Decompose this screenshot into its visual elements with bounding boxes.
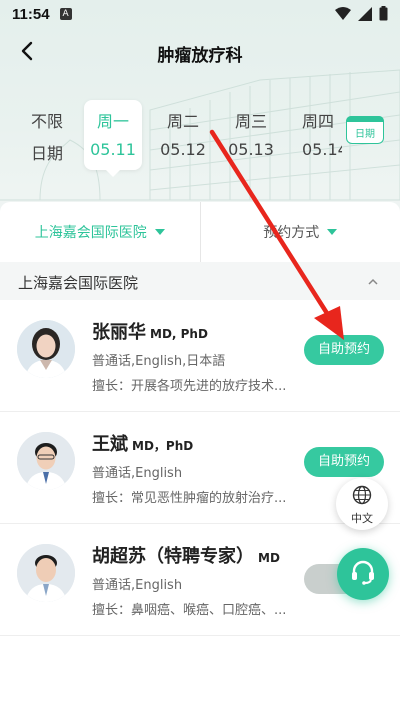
hospital-section-header: 上海嘉会国际医院: [0, 262, 400, 300]
calendar-label: 日期: [355, 129, 375, 140]
doctor-languages: 普通话,English,日本語: [92, 354, 226, 369]
signal-icon: [358, 6, 372, 25]
date-day-label: 周二: [166, 112, 199, 131]
hospital-filter-label: 上海嘉会国际医院: [34, 225, 147, 241]
section-title: 上海嘉会国际医院: [18, 274, 139, 292]
date-day-label: 周三: [234, 112, 267, 131]
status-time: 11:54: [12, 5, 50, 23]
status-bar: 11:54 A: [0, 0, 400, 28]
doctor-degree: MD, PhD: [150, 327, 208, 341]
doctor-degree: MD: [258, 551, 280, 565]
date-value-label: 05.12: [160, 140, 206, 159]
doctor-specialty: 擅长：鼻咽癌、喉癌、口腔癌、...: [92, 603, 287, 618]
doctor-name: 胡超苏（特聘专家）: [92, 546, 254, 567]
battery-icon: [379, 6, 388, 25]
self-booking-button[interactable]: 自助预约: [304, 447, 384, 477]
method-filter-label: 预约方式: [263, 225, 320, 241]
language-switch-button[interactable]: 中文: [336, 478, 388, 530]
date-thu[interactable]: 周四 05.14: [292, 100, 342, 170]
doctor-name-line: 胡超苏（特聘专家） MD: [92, 542, 280, 568]
avatar: [17, 320, 75, 378]
headset-icon: [349, 558, 377, 590]
date-day-label: 不限: [30, 112, 63, 131]
doctor-name-line: 张丽华 MD, PhD: [92, 318, 208, 344]
doctor-languages: 普通话,English: [92, 466, 183, 481]
nav-bar: 肿瘤放疗科: [0, 30, 400, 74]
filter-bar: 上海嘉会国际医院 预约方式: [0, 202, 400, 262]
doctor-name-line: 王斌 MD，PhD: [92, 430, 193, 456]
doctor-card[interactable]: 张丽华 MD, PhD 普通话,English,日本語 擅长：开展各项先进的放疗技…: [0, 300, 400, 412]
doctor-name: 张丽华: [92, 322, 146, 343]
date-mon[interactable]: 周一 05.11: [84, 100, 142, 177]
method-filter[interactable]: 预约方式: [201, 202, 400, 262]
date-value-label: 05.13: [228, 140, 274, 159]
date-any[interactable]: 不限 日期: [18, 100, 76, 170]
doctor-languages: 普通话,English: [92, 578, 183, 593]
doctor-specialty: 擅长：开展各项先进的放疗技术...: [92, 379, 287, 394]
avatar: [17, 432, 75, 490]
language-label: 中文: [351, 512, 373, 525]
date-day-label: 周四: [302, 112, 335, 131]
date-selector: 不限 日期 周一 05.11 周二 05.12 周三 05.13 周四 05.1…: [0, 100, 400, 180]
chevron-up-icon[interactable]: [366, 274, 380, 288]
date-value-label: 05.14: [302, 140, 342, 159]
date-wed[interactable]: 周三 05.13: [222, 100, 280, 170]
page-title: 肿瘤放疗科: [157, 46, 243, 66]
globe-icon: [336, 485, 388, 509]
calendar-button[interactable]: 日期: [346, 116, 384, 144]
notification-icon: A: [59, 8, 72, 20]
date-value-label: 05.11: [90, 140, 136, 159]
hospital-filter[interactable]: 上海嘉会国际医院: [0, 202, 201, 262]
doctor-name: 王斌: [92, 434, 128, 455]
doctor-degree: MD，PhD: [132, 439, 194, 453]
wifi-icon: [335, 6, 351, 25]
dropdown-caret-icon: [154, 229, 165, 235]
avatar: [17, 544, 75, 602]
dropdown-caret-icon: [327, 229, 338, 235]
date-tue[interactable]: 周二 05.12: [154, 100, 212, 170]
date-value-label: 日期: [30, 144, 63, 163]
customer-service-button[interactable]: [337, 548, 389, 600]
doctor-specialty: 擅长：常见恶性肿瘤的放射治疗...: [92, 491, 287, 506]
date-day-label: 周一: [96, 112, 129, 131]
self-booking-button[interactable]: 自助预约: [304, 335, 384, 365]
